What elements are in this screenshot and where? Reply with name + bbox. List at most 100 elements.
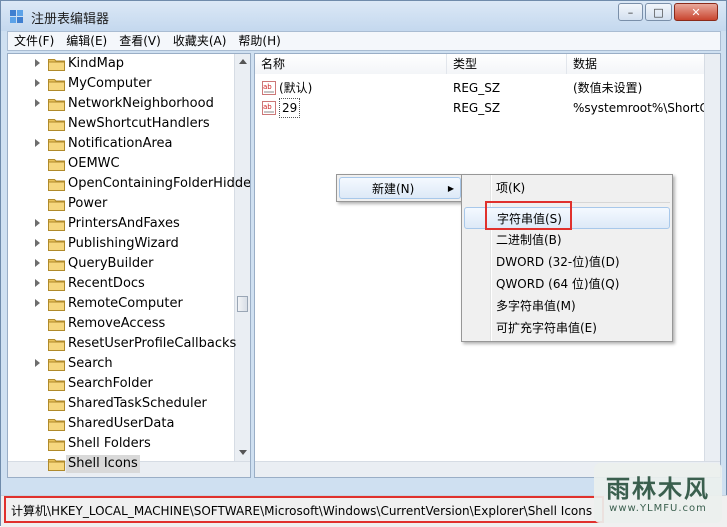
svg-text:ab: ab xyxy=(263,83,272,91)
submenu-item[interactable]: DWORD (32-位)值(D) xyxy=(464,251,670,273)
tree-item[interactable]: RemoveAccess xyxy=(8,314,236,334)
tree-item-label: RemoveAccess xyxy=(68,316,166,331)
menu-help[interactable]: 帮助(H) xyxy=(232,32,286,50)
submenu-arrow-icon: ▶ xyxy=(447,184,454,193)
column-header-data[interactable]: 数据 xyxy=(567,54,720,74)
folder-icon xyxy=(48,139,65,151)
maximize-button[interactable]: □ xyxy=(645,3,672,21)
tree-item[interactable]: PrintersAndFaxes xyxy=(8,214,236,234)
tree-item-label: SharedUserData xyxy=(68,416,175,431)
folder-icon xyxy=(48,319,65,331)
value-row[interactable]: ab 29 REG_SZ %systemroot%\ShortCut. xyxy=(255,98,721,118)
watermark: 雨林木风 www.YLMFU.com xyxy=(594,463,722,523)
tree-item[interactable]: NetworkNeighborhood xyxy=(8,94,236,114)
registry-key-tree[interactable]: KindMap MyComputer NetworkNeighborhood NewS… xyxy=(7,53,251,478)
folder-icon xyxy=(48,219,65,231)
expand-arrow-icon[interactable] xyxy=(35,59,40,67)
expand-arrow-icon[interactable] xyxy=(35,139,40,147)
tree-item-label: NotificationArea xyxy=(68,136,173,151)
submenu-item-label: 可扩充字符串值(E) xyxy=(496,321,597,335)
tree-item[interactable]: SharedTaskScheduler xyxy=(8,394,236,414)
submenu-item[interactable]: 二进制值(B) xyxy=(464,229,670,251)
registry-editor-window: 注册表编辑器 – □ ✕ 文件(F) 编辑(E) 查看(V) 收藏夹(A) 帮助… xyxy=(0,0,727,527)
expand-arrow-icon[interactable] xyxy=(35,79,40,87)
menu-edit[interactable]: 编辑(E) xyxy=(60,32,113,50)
menu-bar: 文件(F) 编辑(E) 查看(V) 收藏夹(A) 帮助(H) xyxy=(7,31,721,51)
folder-icon xyxy=(48,299,65,311)
submenu-item-label: 项(K) xyxy=(496,181,526,195)
string-value-icon: ab xyxy=(262,81,276,95)
expand-arrow-icon[interactable] xyxy=(35,219,40,227)
folder-icon xyxy=(48,179,65,191)
expand-arrow-icon[interactable] xyxy=(35,279,40,287)
tree-item[interactable]: KindMap xyxy=(8,54,236,74)
tree-item-label: OEMWC xyxy=(68,156,120,171)
registry-editor-icon xyxy=(10,10,23,23)
submenu-item[interactable]: 项(K) xyxy=(464,177,670,199)
tree-item[interactable]: MyComputer xyxy=(8,74,236,94)
tree-item-label: RecentDocs xyxy=(68,276,145,291)
tree-item[interactable]: Power xyxy=(8,194,236,214)
path-highlight-box xyxy=(4,496,604,523)
tree-item[interactable]: PublishingWizard xyxy=(8,234,236,254)
watermark-url: www.YLMFU.com xyxy=(609,503,707,514)
tree-item-label: PublishingWizard xyxy=(68,236,179,251)
tree-item-label: SearchFolder xyxy=(68,376,153,391)
tree-item[interactable]: RecentDocs xyxy=(8,274,236,294)
tree-item-label: SharedTaskScheduler xyxy=(68,396,207,411)
folder-icon xyxy=(48,399,65,411)
expand-arrow-icon[interactable] xyxy=(35,299,40,307)
tree-item[interactable]: ResetUserProfileCallbacks xyxy=(8,334,236,354)
tree-item[interactable]: OEMWC xyxy=(8,154,236,174)
submenu-item-label: DWORD (32-位)值(D) xyxy=(496,255,620,269)
tree-item-label: NewShortcutHandlers xyxy=(68,116,210,131)
expand-arrow-icon[interactable] xyxy=(35,239,40,247)
column-header-type[interactable]: 类型 xyxy=(447,54,567,74)
tree-item[interactable]: NotificationArea xyxy=(8,134,236,154)
menu-favorites[interactable]: 收藏夹(A) xyxy=(167,32,233,50)
svg-text:ab: ab xyxy=(263,103,272,111)
submenu-item[interactable]: QWORD (64 位)值(Q) xyxy=(464,273,670,295)
tree-item[interactable]: SearchFolder xyxy=(8,374,236,394)
minimize-icon: – xyxy=(627,5,634,19)
folder-icon xyxy=(48,379,65,391)
scroll-down-icon[interactable] xyxy=(239,450,247,455)
tree-item[interactable]: Shell Folders xyxy=(8,434,236,454)
tree-item[interactable]: QueryBuilder xyxy=(8,254,236,274)
submenu-item[interactable]: 多字符串值(M) xyxy=(464,295,670,317)
submenu-item[interactable]: 可扩充字符串值(E) xyxy=(464,317,670,339)
folder-icon xyxy=(48,459,65,471)
scroll-thumb[interactable] xyxy=(237,296,248,312)
tree-item[interactable]: Search xyxy=(8,354,236,374)
context-new-label: 新建(N) xyxy=(372,182,415,196)
tree-vertical-scrollbar[interactable] xyxy=(234,54,250,461)
menu-view[interactable]: 查看(V) xyxy=(113,32,167,50)
tree-item[interactable]: RemoteComputer xyxy=(8,294,236,314)
folder-icon xyxy=(48,339,65,351)
tree-item[interactable]: SharedUserData xyxy=(8,414,236,434)
tree-item[interactable]: OpenContainingFolderHidde xyxy=(8,174,250,194)
tree-item[interactable]: NewShortcutHandlers xyxy=(8,114,236,134)
list-vertical-scrollbar[interactable] xyxy=(704,54,720,461)
expand-arrow-icon[interactable] xyxy=(35,99,40,107)
value-row[interactable]: ab (默认) REG_SZ (数值未设置) xyxy=(255,78,720,98)
context-new-item[interactable]: 新建(N) ▶ xyxy=(339,177,461,199)
expand-arrow-icon[interactable] xyxy=(35,359,40,367)
tree-item-label: QueryBuilder xyxy=(68,256,154,271)
close-button[interactable]: ✕ xyxy=(674,3,718,21)
tree-item[interactable]: Shell Icons xyxy=(8,454,236,474)
tree-item-label: ResetUserProfileCallbacks xyxy=(68,336,237,351)
submenu-item-label: QWORD (64 位)值(Q) xyxy=(496,277,620,291)
context-menu: 新建(N) ▶ xyxy=(336,174,464,202)
folder-icon xyxy=(48,359,65,371)
folder-icon xyxy=(48,119,65,131)
scroll-up-icon[interactable] xyxy=(239,59,247,64)
title-bar[interactable]: 注册表编辑器 – □ ✕ xyxy=(1,1,726,31)
expand-arrow-icon[interactable] xyxy=(35,259,40,267)
menu-file[interactable]: 文件(F) xyxy=(8,32,60,50)
minimize-button[interactable]: – xyxy=(618,3,643,21)
new-submenu: 项(K) 字符串值(S) 二进制值(B) DWORD (32-位)值(D) QWORD … xyxy=(461,174,673,342)
tree-item-label: Shell Icons xyxy=(66,455,140,473)
column-header-name[interactable]: 名称 xyxy=(255,54,447,74)
value-data: %systemroot%\ShortCut. xyxy=(573,101,721,115)
